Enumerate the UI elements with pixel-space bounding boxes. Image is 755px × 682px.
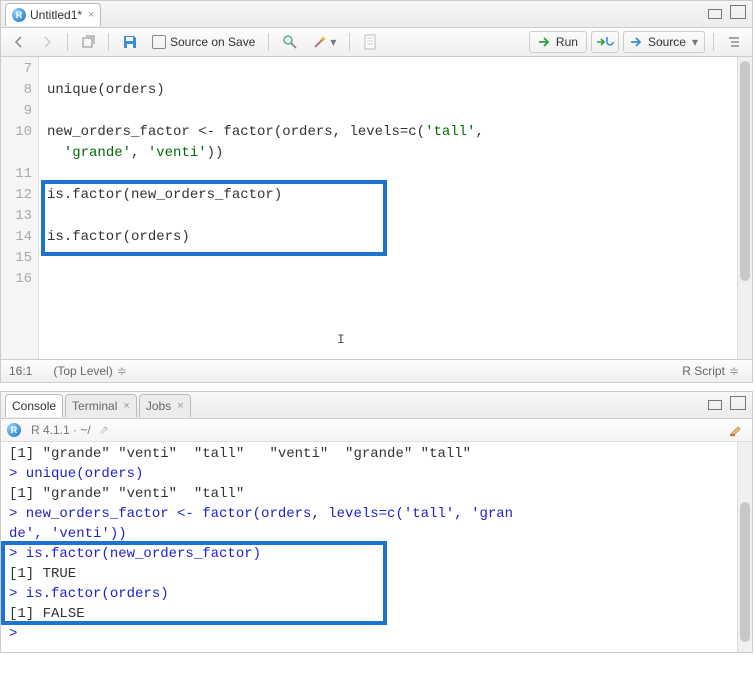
nav-back-button[interactable] (7, 31, 31, 53)
source-pane: R Untitled1* × Source on Save (0, 0, 753, 383)
rerun-icon (596, 35, 614, 49)
run-button[interactable]: Run (529, 31, 587, 53)
source-label: Source (648, 35, 686, 49)
checkbox-icon (152, 35, 166, 49)
popout-icon[interactable]: ⇗ (99, 423, 109, 437)
nav-forward-button[interactable] (35, 31, 59, 53)
scope-label: (Top Level) (53, 364, 112, 378)
source-on-save-toggle[interactable]: Source on Save (147, 31, 260, 53)
wand-icon (312, 34, 328, 50)
source-on-save-label: Source on Save (170, 35, 255, 49)
rerun-button[interactable] (591, 31, 619, 53)
source-statusbar: 16:1 (Top Level) ≑ R Script ≑ (1, 359, 752, 382)
close-icon[interactable]: × (88, 9, 94, 21)
source-toolbar: Source on Save ▾ Run Source ▾ (1, 28, 752, 57)
tab-console[interactable]: Console (5, 394, 63, 417)
cursor-position: 16:1 (9, 364, 32, 378)
file-type-selector[interactable]: R Script ≑ (677, 360, 744, 382)
search-icon (282, 34, 298, 50)
source-tabbar: R Untitled1* × (1, 1, 752, 28)
window-controls (712, 396, 746, 410)
source-editor[interactable]: 78910 111213141516 unique(orders) new_or… (1, 57, 752, 359)
save-button[interactable] (117, 31, 143, 53)
source-tab-untitled1[interactable]: R Untitled1* × (5, 3, 101, 26)
arrow-left-icon (12, 35, 26, 49)
tab-jobs[interactable]: Jobs× (139, 394, 191, 417)
console-scrollbar[interactable] (737, 442, 752, 652)
maximize-icon[interactable] (730, 5, 746, 19)
code-area[interactable]: unique(orders) new_orders_factor <- fact… (39, 57, 736, 292)
tab-terminal[interactable]: Terminal× (65, 394, 137, 417)
notebook-button[interactable] (358, 31, 382, 53)
close-icon[interactable]: × (177, 400, 183, 412)
window-controls (712, 5, 746, 19)
minimize-icon[interactable] (708, 400, 722, 410)
arrow-right-icon (40, 35, 54, 49)
r-logo-icon: R (12, 8, 26, 22)
file-type-label: R Script (682, 364, 725, 378)
close-icon[interactable]: × (123, 400, 129, 412)
clear-console-icon[interactable] (728, 422, 744, 438)
notebook-icon (363, 34, 377, 50)
wand-button[interactable]: ▾ (307, 31, 341, 53)
minimize-icon[interactable] (708, 9, 722, 19)
maximize-icon[interactable] (730, 396, 746, 410)
r-logo-icon: R (7, 423, 21, 437)
source-tab-title: Untitled1* (30, 8, 82, 22)
source-menu-button[interactable]: Source ▾ (623, 31, 705, 53)
source-arrow-icon (630, 36, 644, 48)
r-version-path: R 4.1.1 · ~/ (31, 423, 91, 437)
line-gutter: 78910 111213141516 (1, 57, 39, 359)
console-pane: Console Terminal× Jobs× R R 4.1.1 · ~/ ⇗… (0, 391, 753, 653)
run-label: Run (556, 35, 578, 49)
console-tabbar: Console Terminal× Jobs× (1, 392, 752, 419)
console-infobar: R R 4.1.1 · ~/ ⇗ (1, 419, 752, 442)
outline-button[interactable] (722, 31, 746, 53)
scope-selector[interactable]: (Top Level) ≑ (48, 360, 131, 382)
text-cursor-icon: I (337, 332, 345, 347)
find-button[interactable] (277, 31, 303, 53)
run-arrow-icon (538, 36, 552, 48)
console-output[interactable]: [1] "grande" "venti" "tall" "venti" "gra… (1, 442, 752, 652)
save-icon (122, 34, 138, 50)
popout-icon (81, 35, 95, 49)
editor-scrollbar[interactable] (737, 57, 752, 359)
outline-icon (727, 35, 741, 49)
popout-button[interactable] (76, 31, 100, 53)
